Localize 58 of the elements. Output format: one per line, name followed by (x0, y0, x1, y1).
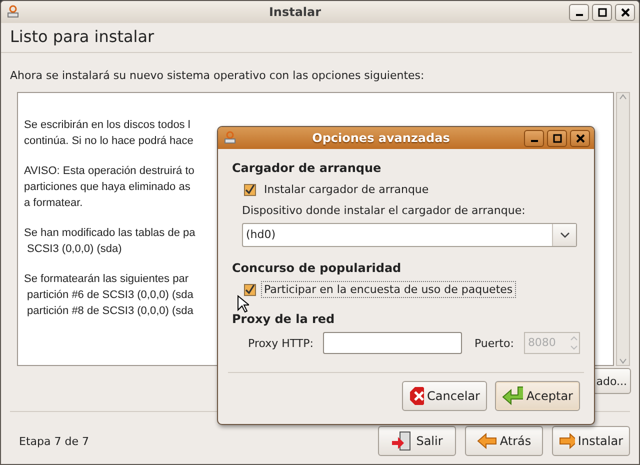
minimize-icon (530, 140, 538, 142)
summary-line: partición #8 de SCSI3 (0,0,0) (sda (26, 305, 194, 317)
back-button[interactable]: Atrás (465, 426, 543, 456)
exit-door-icon (391, 431, 414, 451)
summary-line: particiones que haya eliminado as (24, 181, 190, 193)
scroll-up-icon (619, 93, 627, 101)
section-heading: Proxy de la red (232, 312, 336, 326)
minimize-button[interactable] (524, 130, 544, 146)
mouse-cursor-icon (237, 295, 249, 313)
summary-line: a formatear. (24, 197, 83, 209)
summary-line: SCSI3 (0,0,0) (sda) (26, 243, 122, 255)
return-arrow-icon (502, 386, 524, 406)
right-arrow-icon (559, 433, 575, 449)
maximize-icon (552, 134, 562, 142)
summary-line: AVISO: Esta operación destruirá to (24, 165, 194, 177)
port-label: Puerto: (474, 336, 514, 350)
ok-button[interactable]: Aceptar (495, 381, 580, 411)
window-title: Instalar (268, 5, 322, 19)
installer-icon (5, 4, 21, 20)
chevron-down-icon (560, 232, 570, 238)
device-label: Dispositivo donde instalar el cargador de arranque: (242, 204, 526, 217)
left-arrow-icon (476, 433, 497, 449)
section-heading: Cargador de arranque (232, 161, 382, 175)
proxy-http-field[interactable] (323, 332, 462, 354)
close-button[interactable] (570, 130, 590, 146)
minimize-icon (576, 14, 582, 16)
step-label: Etapa 7 de 7 (19, 434, 90, 448)
minimize-button[interactable] (569, 4, 589, 20)
checkbox[interactable] (244, 184, 256, 196)
maximize-icon (598, 8, 606, 16)
summary-line: Se formatearán las siguientes par (24, 273, 188, 285)
checkbox-label[interactable]: Participar en la encuesta de uso de paquetes (261, 281, 516, 298)
cancel-button[interactable]: Cancelar (402, 381, 487, 411)
page-heading: Listo para instalar (1, 23, 632, 53)
close-icon (576, 134, 584, 142)
cancel-icon (409, 386, 424, 406)
summary-line: Se han modificado las tablas de pa (24, 227, 196, 239)
forward-button[interactable]: Instalar (552, 426, 630, 456)
intro-text: Ahora se instalará su nuevo sistema operativo con las opciones siguientes: (9, 68, 426, 84)
proxy-http-label: Proxy HTTP: (248, 336, 314, 350)
scrollbar[interactable] (616, 92, 630, 366)
summary-line: partición #6 de SCSI3 (0,0,0) (sda (26, 289, 194, 301)
close-button[interactable] (615, 4, 635, 20)
summary-line: Se escribirán en los discos todos l (24, 119, 190, 131)
maximize-button[interactable] (547, 130, 567, 146)
summary-line: continúa. Si no lo hace podrá hace (24, 135, 194, 147)
check-icon (245, 284, 255, 294)
section-heading: Concurso de popularidad (232, 261, 402, 275)
checkbox[interactable] (244, 284, 256, 296)
maximize-button[interactable] (592, 4, 612, 20)
dialog-title: Opciones avanzadas (311, 131, 451, 145)
scroll-down-icon (619, 357, 627, 365)
device-dropdown[interactable]: (hd0) (242, 223, 577, 247)
installer-icon (222, 130, 238, 146)
quit-button[interactable]: Salir (378, 426, 456, 456)
checkbox-label[interactable]: Instalar cargador de arranque (261, 181, 432, 198)
close-icon (620, 8, 630, 16)
check-icon (245, 184, 255, 194)
